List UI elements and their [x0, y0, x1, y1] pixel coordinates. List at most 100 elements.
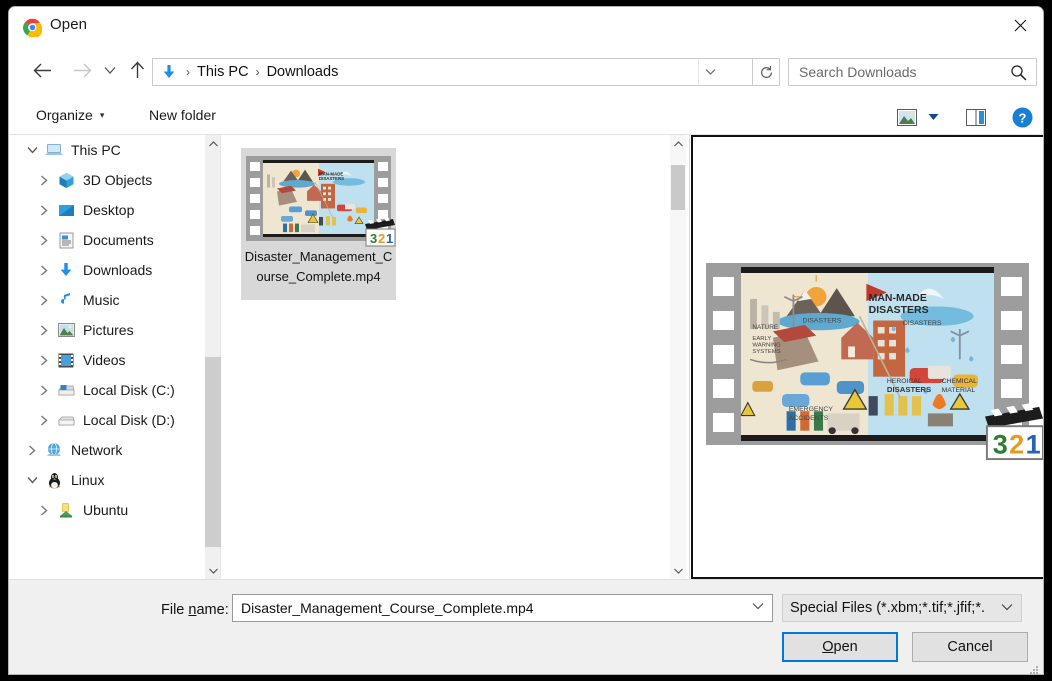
help-icon[interactable]: ? [1011, 106, 1033, 128]
music-icon [55, 290, 77, 310]
view-options-icon[interactable] [895, 106, 919, 128]
sidebar-item-label: Network [71, 442, 122, 458]
sidebar-item-label: Pictures [83, 322, 134, 338]
twisty-collapsed-icon[interactable] [21, 445, 43, 456]
organize-button[interactable]: Organize ▾ [36, 107, 104, 123]
open-button[interactable]: Open [782, 632, 898, 662]
preview-pane: MAN-MADE DISASTERS NATURE EARLY WARNING … [689, 135, 1044, 579]
forward-button[interactable] [67, 55, 97, 85]
new-folder-button[interactable]: New folder [149, 107, 216, 123]
open-file-dialog: Open [8, 6, 1044, 675]
open-label-post: pen [834, 639, 858, 655]
media-player-badge: 3 2 1 [363, 217, 397, 247]
svg-text:SYSTEMS: SYSTEMS [752, 349, 780, 355]
recent-locations-button[interactable] [99, 55, 121, 85]
downloads-arrow-icon [159, 64, 179, 80]
back-button[interactable] [27, 55, 57, 85]
svg-text:1: 1 [386, 231, 393, 246]
sidebar-item-label: Documents [83, 232, 154, 248]
twisty-collapsed-icon[interactable] [33, 295, 55, 306]
file-name-label-post: ame: [196, 602, 228, 618]
documents-icon [55, 230, 77, 250]
twisty-collapsed-icon[interactable] [33, 505, 55, 516]
sidebar-item-label: Local Disk (D:) [83, 412, 175, 428]
twisty-collapsed-icon[interactable] [33, 415, 55, 426]
scroll-up-icon[interactable] [670, 135, 686, 152]
sidebar-item-ubuntu[interactable]: Ubuntu [9, 495, 205, 525]
sidebar-item-this-pc[interactable]: This PC [9, 135, 205, 165]
sidebar-item-label: Music [83, 292, 120, 308]
file-pane-scrollbar[interactable] [670, 135, 686, 579]
chevron-down-icon: ▾ [100, 110, 105, 121]
sidebar-scrollbar[interactable] [205, 135, 221, 579]
scroll-down-icon[interactable] [205, 562, 221, 579]
sidebar-item-network[interactable]: Network [9, 435, 205, 465]
breadcrumb-downloads[interactable]: Downloads [267, 64, 339, 80]
up-button[interactable] [122, 55, 152, 85]
address-dropdown-icon[interactable] [698, 59, 722, 85]
preview-pane-icon[interactable] [964, 106, 988, 128]
file-type-filter-value: Special Files (*.xbm;*.tif;*.jfif;*. [790, 600, 995, 616]
scroll-up-icon[interactable] [205, 135, 221, 152]
sidebar-item-local-disk-c[interactable]: Local Disk (C:) [9, 375, 205, 405]
video-file-icon: MAN-MADE DISASTERS [246, 156, 391, 241]
videos-icon [55, 350, 77, 370]
downloads-icon [55, 260, 77, 280]
open-label-key: O [822, 639, 833, 655]
search-box[interactable] [788, 58, 1037, 86]
refresh-button[interactable] [753, 58, 780, 86]
sidebar-item-label: 3D Objects [83, 172, 152, 188]
breadcrumb-this-pc[interactable]: This PC [197, 64, 249, 80]
sidebar-item-videos[interactable]: Videos [9, 345, 205, 375]
svg-text:WARNING: WARNING [752, 343, 781, 349]
file-name-combobox[interactable] [232, 594, 773, 622]
content-area: This PC 3D Objects [9, 135, 1043, 579]
preview-thumbnail: MAN-MADE DISASTERS NATURE EARLY WARNING … [706, 263, 1029, 445]
cancel-button[interactable]: Cancel [912, 632, 1028, 662]
file-pane-scroll-thumb[interactable] [671, 165, 685, 210]
twisty-expanded-icon[interactable] [21, 146, 43, 154]
system-drive-icon [55, 380, 77, 400]
sidebar-item-label: Videos [83, 352, 126, 368]
twisty-collapsed-icon[interactable] [33, 265, 55, 276]
new-folder-label: New folder [149, 107, 216, 123]
twisty-collapsed-icon[interactable] [33, 235, 55, 246]
resize-grip[interactable] [1029, 662, 1039, 672]
twisty-collapsed-icon[interactable] [33, 175, 55, 186]
sidebar-item-linux[interactable]: Linux [9, 465, 205, 495]
twisty-expanded-icon[interactable] [21, 476, 43, 484]
sidebar-scroll-thumb[interactable] [205, 357, 221, 547]
chrome-icon [23, 18, 42, 37]
sidebar-item-local-disk-d[interactable]: Local Disk (D:) [9, 405, 205, 435]
view-options-caret-icon[interactable] [924, 106, 942, 128]
address-bar[interactable]: › This PC › Downloads [152, 58, 753, 86]
ubuntu-icon [55, 500, 77, 520]
file-name-label: File name: [161, 602, 229, 618]
organize-label: Organize [36, 107, 93, 123]
sidebar-item-3d-objects[interactable]: 3D Objects [9, 165, 205, 195]
svg-text:?: ? [1018, 110, 1026, 125]
twisty-collapsed-icon[interactable] [33, 385, 55, 396]
file-type-filter-combobox[interactable]: Special Files (*.xbm;*.tif;*.jfif;*. [782, 594, 1022, 622]
twisty-collapsed-icon[interactable] [33, 205, 55, 216]
file-item-label: Disaster_Management_Course_Complete.mp4 [244, 247, 394, 287]
sidebar-item-label: Downloads [83, 262, 152, 278]
chevron-down-icon[interactable] [1001, 602, 1013, 614]
chevron-down-icon[interactable] [752, 601, 764, 613]
twisty-collapsed-icon[interactable] [33, 325, 55, 336]
sidebar-item-desktop[interactable]: Desktop [9, 195, 205, 225]
file-name-input[interactable] [239, 599, 739, 617]
sidebar-item-downloads[interactable]: Downloads [9, 255, 205, 285]
3d-objects-icon [55, 170, 77, 190]
sidebar-item-documents[interactable]: Documents [9, 225, 205, 255]
toolbar: Organize ▾ New folder [9, 97, 1043, 135]
twisty-collapsed-icon[interactable] [33, 355, 55, 366]
sidebar-item-music[interactable]: Music [9, 285, 205, 315]
scroll-down-icon[interactable] [670, 562, 686, 579]
sidebar-item-pictures[interactable]: Pictures [9, 315, 205, 345]
file-list-pane[interactable]: MAN-MADE DISASTERS [222, 135, 670, 579]
this-pc-icon [43, 140, 65, 160]
file-item[interactable]: MAN-MADE DISASTERS [241, 148, 396, 300]
search-input[interactable] [797, 63, 997, 81]
close-button[interactable] [997, 7, 1043, 43]
